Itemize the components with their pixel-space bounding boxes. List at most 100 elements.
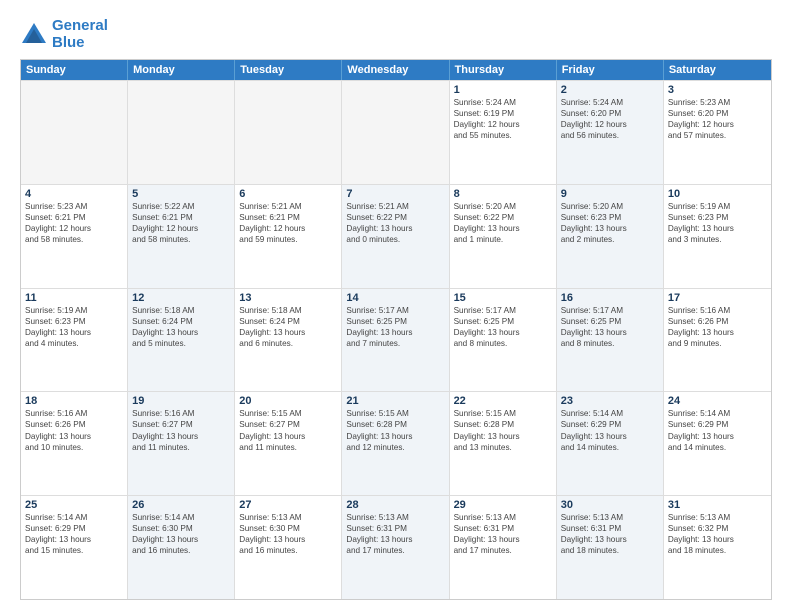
calendar-cell: 19Sunrise: 5:16 AMSunset: 6:27 PMDayligh… [128, 392, 235, 495]
cell-info-line: and 14 minutes. [561, 442, 659, 453]
calendar-body: 1Sunrise: 5:24 AMSunset: 6:19 PMDaylight… [21, 80, 771, 599]
cell-info-line: Sunrise: 5:14 AM [25, 512, 123, 523]
cell-info-line: and 58 minutes. [132, 234, 230, 245]
header: General Blue [20, 18, 772, 51]
cell-info-line: and 6 minutes. [239, 338, 337, 349]
cell-info-line: Sunrise: 5:18 AM [132, 305, 230, 316]
day-number: 20 [239, 395, 337, 407]
cell-info-line: and 16 minutes. [132, 545, 230, 556]
cell-info-line: and 16 minutes. [239, 545, 337, 556]
calendar-cell: 13Sunrise: 5:18 AMSunset: 6:24 PMDayligh… [235, 289, 342, 392]
day-number: 14 [346, 292, 444, 304]
day-number: 10 [668, 188, 767, 200]
cell-info-line: Daylight: 13 hours [454, 431, 552, 442]
calendar-cell: 22Sunrise: 5:15 AMSunset: 6:28 PMDayligh… [450, 392, 557, 495]
cell-info-line: and 4 minutes. [25, 338, 123, 349]
cell-info-line: Daylight: 13 hours [668, 223, 767, 234]
cell-info-line: Sunset: 6:27 PM [132, 419, 230, 430]
cell-info-line: Daylight: 13 hours [454, 534, 552, 545]
cell-info-line: and 11 minutes. [132, 442, 230, 453]
cell-info-line: Daylight: 13 hours [561, 327, 659, 338]
day-number: 11 [25, 292, 123, 304]
day-number: 13 [239, 292, 337, 304]
calendar-cell: 31Sunrise: 5:13 AMSunset: 6:32 PMDayligh… [664, 496, 771, 599]
cell-info-line: Sunrise: 5:13 AM [668, 512, 767, 523]
calendar-cell: 10Sunrise: 5:19 AMSunset: 6:23 PMDayligh… [664, 185, 771, 288]
logo-text: General Blue [52, 18, 108, 51]
cell-info-line: Sunset: 6:21 PM [25, 212, 123, 223]
cell-info-line: Sunrise: 5:14 AM [668, 408, 767, 419]
cell-info-line: Sunrise: 5:15 AM [239, 408, 337, 419]
calendar-cell [21, 81, 128, 184]
cell-info-line: Sunrise: 5:24 AM [454, 97, 552, 108]
cell-info-line: Daylight: 12 hours [239, 223, 337, 234]
cell-info-line: Sunrise: 5:17 AM [561, 305, 659, 316]
cell-info-line: Sunrise: 5:14 AM [132, 512, 230, 523]
cell-info-line: Sunrise: 5:18 AM [239, 305, 337, 316]
day-number: 17 [668, 292, 767, 304]
cell-info-line: Sunrise: 5:17 AM [454, 305, 552, 316]
cell-info-line: and 13 minutes. [454, 442, 552, 453]
cell-info-line: Sunset: 6:30 PM [239, 523, 337, 534]
calendar-cell: 25Sunrise: 5:14 AMSunset: 6:29 PMDayligh… [21, 496, 128, 599]
weekday-header: Saturday [664, 60, 771, 80]
day-number: 15 [454, 292, 552, 304]
cell-info-line: Daylight: 12 hours [132, 223, 230, 234]
cell-info-line: Sunrise: 5:23 AM [25, 201, 123, 212]
cell-info-line: and 18 minutes. [668, 545, 767, 556]
calendar-row: 25Sunrise: 5:14 AMSunset: 6:29 PMDayligh… [21, 495, 771, 599]
cell-info-line: Sunrise: 5:24 AM [561, 97, 659, 108]
cell-info-line: Sunset: 6:21 PM [239, 212, 337, 223]
cell-info-line: Sunset: 6:21 PM [132, 212, 230, 223]
cell-info-line: Sunset: 6:30 PM [132, 523, 230, 534]
cell-info-line: Sunset: 6:19 PM [454, 108, 552, 119]
cell-info-line: Sunset: 6:29 PM [561, 419, 659, 430]
calendar-cell: 18Sunrise: 5:16 AMSunset: 6:26 PMDayligh… [21, 392, 128, 495]
cell-info-line: Sunrise: 5:17 AM [346, 305, 444, 316]
cell-info-line: and 10 minutes. [25, 442, 123, 453]
calendar-cell: 14Sunrise: 5:17 AMSunset: 6:25 PMDayligh… [342, 289, 449, 392]
weekday-header: Monday [128, 60, 235, 80]
day-number: 22 [454, 395, 552, 407]
cell-info-line: and 57 minutes. [668, 130, 767, 141]
cell-info-line: Sunrise: 5:21 AM [346, 201, 444, 212]
cell-info-line: Sunrise: 5:22 AM [132, 201, 230, 212]
calendar-cell: 21Sunrise: 5:15 AMSunset: 6:28 PMDayligh… [342, 392, 449, 495]
weekday-header: Thursday [450, 60, 557, 80]
cell-info-line: Sunrise: 5:21 AM [239, 201, 337, 212]
day-number: 3 [668, 84, 767, 96]
cell-info-line: Sunset: 6:31 PM [454, 523, 552, 534]
calendar-cell: 16Sunrise: 5:17 AMSunset: 6:25 PMDayligh… [557, 289, 664, 392]
cell-info-line: Sunrise: 5:20 AM [561, 201, 659, 212]
day-number: 2 [561, 84, 659, 96]
cell-info-line: Sunrise: 5:23 AM [668, 97, 767, 108]
cell-info-line: and 14 minutes. [668, 442, 767, 453]
cell-info-line: Daylight: 13 hours [25, 534, 123, 545]
cell-info-line: Sunset: 6:20 PM [668, 108, 767, 119]
day-number: 31 [668, 499, 767, 511]
calendar-cell: 11Sunrise: 5:19 AMSunset: 6:23 PMDayligh… [21, 289, 128, 392]
calendar-row: 11Sunrise: 5:19 AMSunset: 6:23 PMDayligh… [21, 288, 771, 392]
calendar-cell: 8Sunrise: 5:20 AMSunset: 6:22 PMDaylight… [450, 185, 557, 288]
cell-info-line: Daylight: 13 hours [239, 431, 337, 442]
cell-info-line: Sunrise: 5:15 AM [346, 408, 444, 419]
weekday-header: Wednesday [342, 60, 449, 80]
cell-info-line: Daylight: 12 hours [668, 119, 767, 130]
cell-info-line: Sunset: 6:26 PM [668, 316, 767, 327]
cell-info-line: and 55 minutes. [454, 130, 552, 141]
cell-info-line: and 17 minutes. [454, 545, 552, 556]
cell-info-line: Sunset: 6:25 PM [454, 316, 552, 327]
cell-info-line: Daylight: 12 hours [561, 119, 659, 130]
calendar-cell: 1Sunrise: 5:24 AMSunset: 6:19 PMDaylight… [450, 81, 557, 184]
calendar-cell: 29Sunrise: 5:13 AMSunset: 6:31 PMDayligh… [450, 496, 557, 599]
cell-info-line: Daylight: 13 hours [132, 327, 230, 338]
day-number: 19 [132, 395, 230, 407]
day-number: 12 [132, 292, 230, 304]
day-number: 16 [561, 292, 659, 304]
cell-info-line: Sunset: 6:22 PM [346, 212, 444, 223]
cell-info-line: Sunset: 6:31 PM [561, 523, 659, 534]
calendar-cell: 12Sunrise: 5:18 AMSunset: 6:24 PMDayligh… [128, 289, 235, 392]
day-number: 27 [239, 499, 337, 511]
cell-info-line: and 59 minutes. [239, 234, 337, 245]
cell-info-line: Sunrise: 5:16 AM [668, 305, 767, 316]
